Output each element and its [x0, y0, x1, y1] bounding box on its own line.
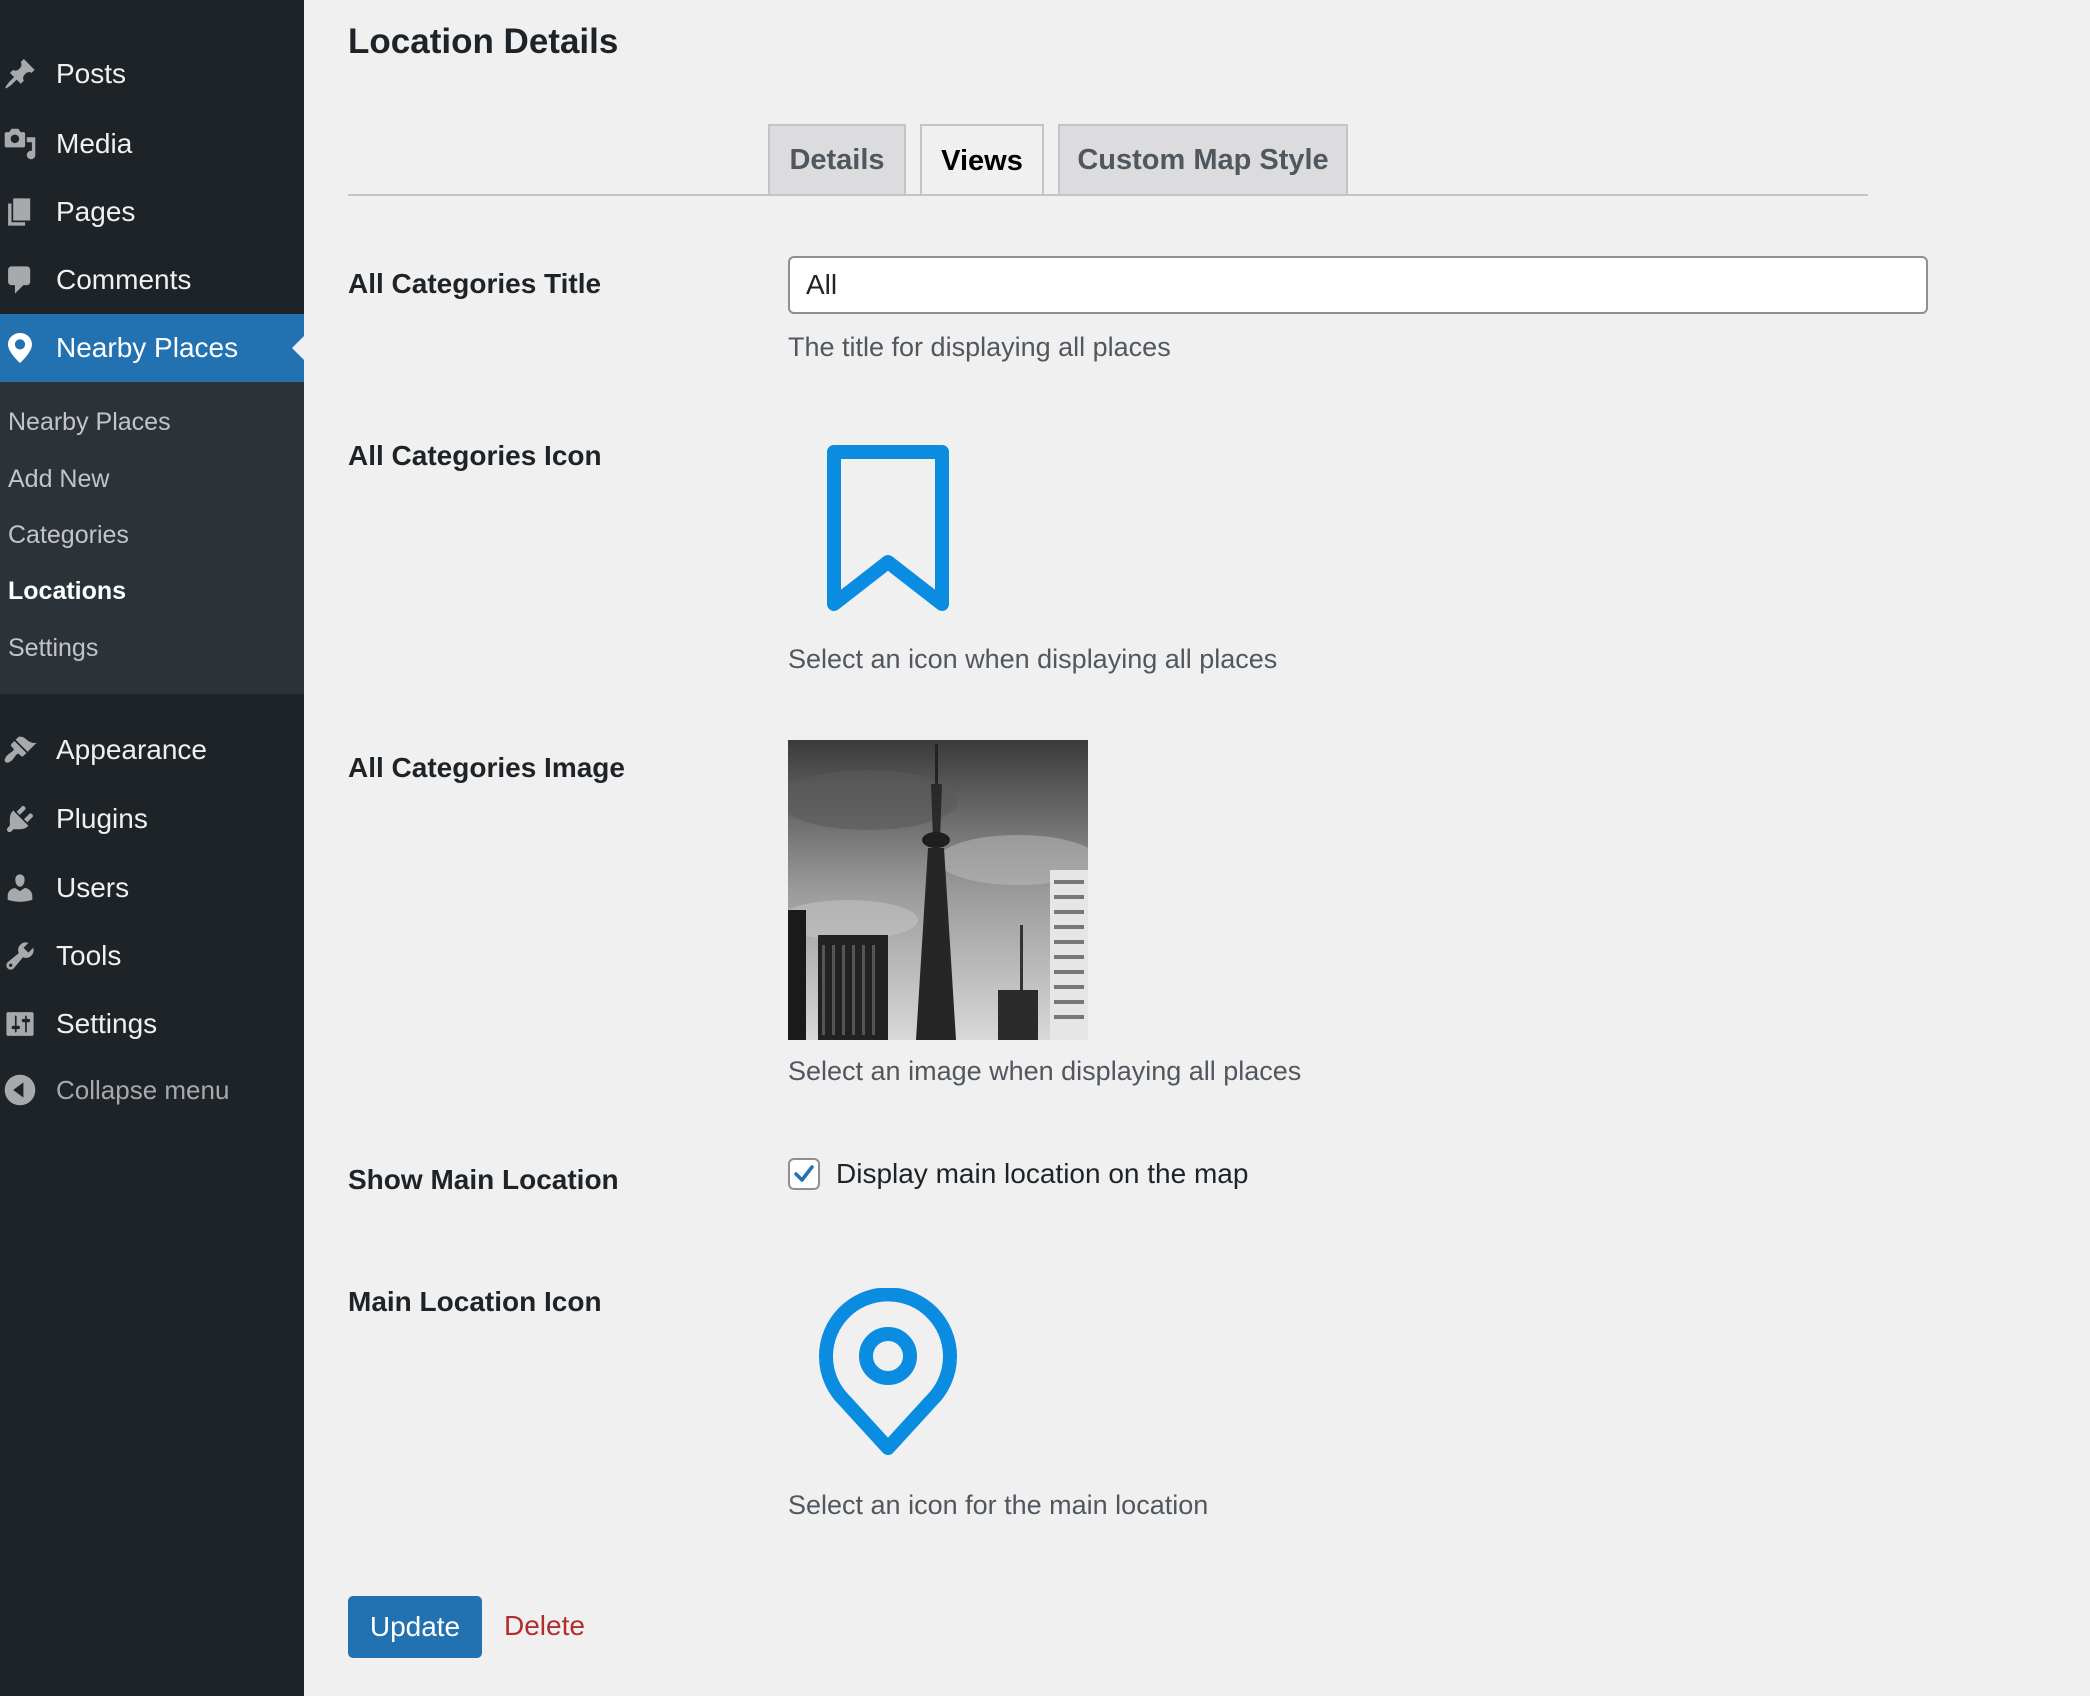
menu-item-appearance[interactable]: Appearance — [0, 716, 304, 784]
tab-custom-map-style[interactable]: Custom Map Style — [1058, 124, 1348, 194]
tab-details[interactable]: Details — [768, 124, 906, 194]
menu-label: Pages — [56, 196, 136, 227]
menu-item-nearby-places[interactable]: Nearby Places — [0, 314, 304, 382]
show-main-location-label: Show Main Location — [348, 1164, 619, 1195]
menu-item-settings[interactable]: Settings — [0, 990, 304, 1058]
all-categories-title-description: The title for displaying all places — [788, 332, 1171, 362]
show-main-location-checkbox-label[interactable]: Display main location on the map — [836, 1158, 1248, 1190]
media-icon — [0, 124, 40, 164]
menu-label: Users — [56, 872, 130, 903]
user-icon — [0, 868, 40, 908]
main-location-icon-label: Main Location Icon — [348, 1286, 602, 1317]
menu-item-pages[interactable]: Pages — [0, 178, 304, 246]
submenu-item-nearby-places[interactable]: Nearby Places — [8, 408, 171, 437]
collapse-menu-button[interactable]: Collapse menu — [0, 1056, 304, 1124]
settings-sliders-icon — [0, 1004, 40, 1044]
location-pin-icon — [0, 328, 40, 368]
all-categories-icon-description: Select an icon when displaying all place… — [788, 644, 1278, 674]
menu-item-posts[interactable]: Posts — [0, 40, 304, 108]
menu-label: Media — [56, 128, 133, 159]
nearby-places-submenu: Nearby Places Add New Categories Locatio… — [0, 382, 304, 694]
tabs-divider — [348, 194, 1868, 196]
update-button[interactable]: Update — [348, 1596, 482, 1658]
all-categories-title-input[interactable] — [788, 256, 1928, 314]
bookmark-icon — [827, 445, 949, 611]
collapse-arrow-icon — [0, 1070, 40, 1110]
menu-label: Nearby Places — [56, 332, 239, 363]
menu-item-tools[interactable]: Tools — [0, 922, 304, 990]
submenu-item-categories[interactable]: Categories — [8, 521, 129, 550]
plug-icon — [0, 799, 40, 839]
all-categories-image-description: Select an image when displaying all plac… — [788, 1056, 1302, 1086]
menu-item-comments[interactable]: Comments — [0, 246, 304, 314]
all-categories-icon-picker[interactable] — [788, 430, 988, 630]
wrench-icon — [0, 936, 40, 976]
tab-views[interactable]: Views — [920, 124, 1044, 196]
collapse-menu-label: Collapse menu — [56, 1074, 230, 1105]
menu-label: Comments — [56, 264, 192, 295]
page-title: Location Details — [348, 22, 619, 61]
menu-item-users[interactable]: Users — [0, 854, 304, 922]
submenu-item-settings[interactable]: Settings — [8, 634, 98, 663]
all-categories-icon-label: All Categories Icon — [348, 440, 602, 471]
comment-icon — [0, 260, 40, 300]
all-categories-image-label: All Categories Image — [348, 752, 625, 783]
location-target-icon — [819, 1288, 957, 1455]
pin-icon — [0, 54, 40, 94]
admin-sidebar: Posts Media Pages Comments Nearby Places… — [0, 0, 304, 1696]
menu-item-plugins[interactable]: Plugins — [0, 785, 304, 853]
pages-icon — [0, 192, 40, 232]
delete-link[interactable]: Delete — [504, 1610, 585, 1642]
brush-icon — [0, 730, 40, 770]
menu-label: Posts — [56, 58, 127, 89]
menu-label: Settings — [56, 1008, 158, 1039]
menu-item-media[interactable]: Media — [0, 110, 304, 178]
menu-label: Appearance — [56, 734, 208, 765]
city-tower-photo — [788, 740, 1088, 1040]
show-main-location-checkbox[interactable] — [788, 1158, 820, 1190]
main-location-icon-picker[interactable] — [788, 1274, 988, 1474]
menu-label: Plugins — [56, 803, 148, 834]
submenu-item-locations[interactable]: Locations — [8, 577, 126, 606]
main-location-icon-description: Select an icon for the main location — [788, 1490, 1209, 1520]
submenu-item-add-new[interactable]: Add New — [8, 465, 109, 494]
menu-label: Tools — [56, 940, 122, 971]
all-categories-image-thumbnail[interactable] — [788, 740, 1088, 1040]
all-categories-title-label: All Categories Title — [348, 268, 602, 299]
checkmark-icon — [794, 1165, 814, 1182]
